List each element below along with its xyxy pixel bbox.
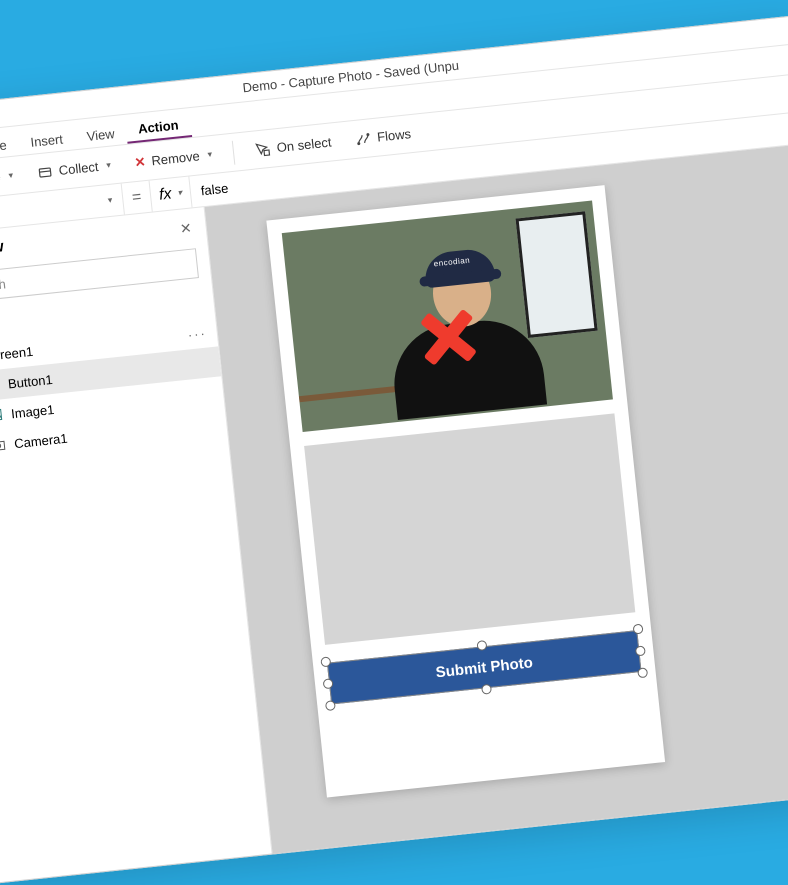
submit-label: Submit Photo [435,654,534,681]
resize-handle[interactable] [325,700,336,711]
remove-button[interactable]: ✕ Remove ▾ [124,141,222,177]
more-icon[interactable]: ··· [187,325,207,342]
onselect-label: On select [276,134,332,155]
resize-handle[interactable] [637,667,648,678]
button-icon [0,376,1,394]
fx-button[interactable]: fx ▾ [150,176,193,211]
submit-button-selection: Submit Photo [327,630,642,704]
chevron-down-icon: ▾ [107,195,113,206]
chevron-down-icon: ▾ [177,187,183,198]
resize-handle[interactable] [481,684,492,695]
camera-preview[interactable]: encodian [282,201,613,433]
collect-icon [36,163,54,181]
canvas[interactable]: encodian Submit Photo [205,143,788,853]
navigate-button[interactable]: Navigate ▾ [0,162,23,199]
resize-handle[interactable] [633,624,644,635]
app-window: Demo - Capture Photo - Saved (Unpu File … [0,15,788,885]
navigate-label: Navigate [0,169,1,189]
main-area: Tree view ✕ Search App ▾ [0,143,788,883]
close-icon[interactable]: ✕ [179,219,192,237]
tree-label: Image1 [10,401,55,420]
camera-icon [0,436,7,454]
flows-icon [354,130,372,148]
remove-label: Remove [151,148,201,168]
flows-button[interactable]: Flows [345,120,421,154]
chevron-down-icon: ▾ [106,160,112,171]
fx-label: fx [158,185,172,204]
resize-handle[interactable] [635,645,646,656]
search-placeholder: Search [0,276,6,295]
equals-label: = [122,181,153,215]
tree-label: Camera1 [13,430,68,451]
chevron-down-icon: ▾ [207,149,213,160]
chevron-down-icon: ▾ [8,170,14,181]
image-icon [0,406,4,424]
image-placeholder[interactable] [304,413,635,645]
cursor-icon [254,140,272,158]
phone-frame: encodian Submit Photo [266,185,665,797]
collect-label: Collect [58,159,99,178]
collect-button[interactable]: Collect ▾ [27,151,121,187]
tree-label: Button1 [7,371,53,391]
formula-value: false [200,181,229,199]
separator [232,140,236,164]
remove-x-icon: ✕ [134,154,147,171]
flows-label: Flows [376,126,411,144]
onselect-button[interactable]: On select [245,128,342,164]
tree-view-title: Tree view [0,238,5,263]
tree-label: Screen1 [0,343,34,363]
red-x-overlay [414,301,482,369]
